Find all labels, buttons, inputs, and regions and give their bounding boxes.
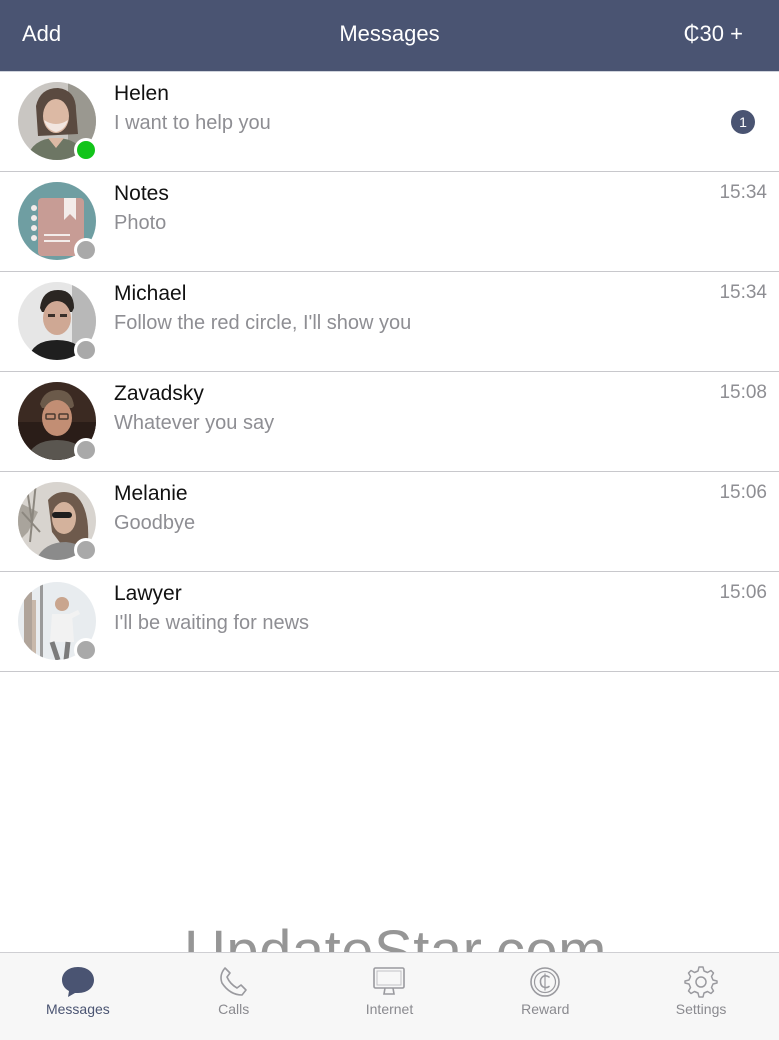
message-preview: Follow the red circle, I'll show you	[114, 312, 412, 334]
message-time: 15:06	[719, 482, 767, 503]
message-preview: Photo	[114, 212, 167, 234]
coin-icon	[530, 967, 561, 997]
top-bar: Add Messages ₵30 +	[0, 0, 779, 73]
avatar	[18, 282, 98, 362]
gear-icon	[684, 966, 718, 998]
page-title: Messages	[339, 21, 440, 46]
message-time: 15:34	[719, 282, 767, 303]
tab-internet[interactable]: Internet	[312, 953, 468, 1040]
tab-label: Reward	[521, 1001, 570, 1017]
tab-messages[interactable]: Messages	[0, 953, 156, 1040]
message-preview: Goodbye	[114, 512, 196, 534]
avatar	[18, 182, 98, 262]
messenger-app: Add Messages ₵30 + Helen I want to help …	[0, 0, 779, 1040]
phone-icon	[219, 967, 247, 996]
contact-name: Notes	[114, 182, 169, 205]
message-preview: I'll be waiting for news	[114, 612, 310, 634]
avatar	[18, 582, 98, 662]
message-time: 15:06	[719, 582, 767, 603]
conversation-row-melanie[interactable]: Melanie Goodbye 15:06	[0, 472, 779, 572]
offline-status-indicator	[74, 238, 98, 262]
tab-reward[interactable]: Reward	[467, 953, 623, 1040]
tab-settings[interactable]: Settings	[623, 953, 779, 1040]
offline-status-indicator	[74, 638, 98, 662]
tab-label: Calls	[218, 1001, 250, 1017]
conversation-list: Helen I want to help you 1 Notes Photo 1…	[0, 72, 779, 672]
online-status-indicator	[74, 138, 98, 162]
offline-status-indicator	[74, 438, 98, 462]
avatar	[18, 382, 98, 462]
message-preview: I want to help you	[114, 112, 271, 134]
message-preview: Whatever you say	[114, 412, 275, 434]
avatar	[18, 82, 98, 162]
contact-name: Helen	[114, 82, 169, 105]
unread-badge: 1	[731, 110, 755, 134]
tab-label: Messages	[45, 1001, 110, 1017]
conversation-row-lawyer[interactable]: Lawyer I'll be waiting for news 15:06	[0, 572, 779, 672]
contact-name: Melanie	[114, 482, 188, 505]
contact-name: Zavadsky	[114, 382, 204, 405]
conversation-row-michael[interactable]: Michael Follow the red circle, I'll show…	[0, 272, 779, 372]
conversation-row-notes[interactable]: Notes Photo 15:34	[0, 172, 779, 272]
offline-status-indicator	[74, 538, 98, 562]
tab-bar: Messages Calls Internet Reward Settings	[0, 952, 779, 1040]
conversation-row-helen[interactable]: Helen I want to help you 1	[0, 72, 779, 172]
contact-name: Michael	[114, 282, 187, 305]
message-time: 15:08	[719, 382, 767, 403]
tab-calls[interactable]: Calls	[156, 953, 312, 1040]
tab-label: Settings	[675, 1001, 727, 1017]
avatar	[18, 482, 98, 562]
message-time: 15:34	[719, 182, 767, 203]
monitor-icon	[373, 967, 406, 995]
conversation-row-zavadsky[interactable]: Zavadsky Whatever you say 15:08	[0, 372, 779, 472]
speech-bubble-icon	[61, 967, 94, 997]
offline-status-indicator	[74, 338, 98, 362]
contact-name: Lawyer	[114, 582, 182, 605]
credits-button[interactable]: ₵30 +	[684, 21, 743, 47]
tab-label: Internet	[365, 1001, 414, 1017]
